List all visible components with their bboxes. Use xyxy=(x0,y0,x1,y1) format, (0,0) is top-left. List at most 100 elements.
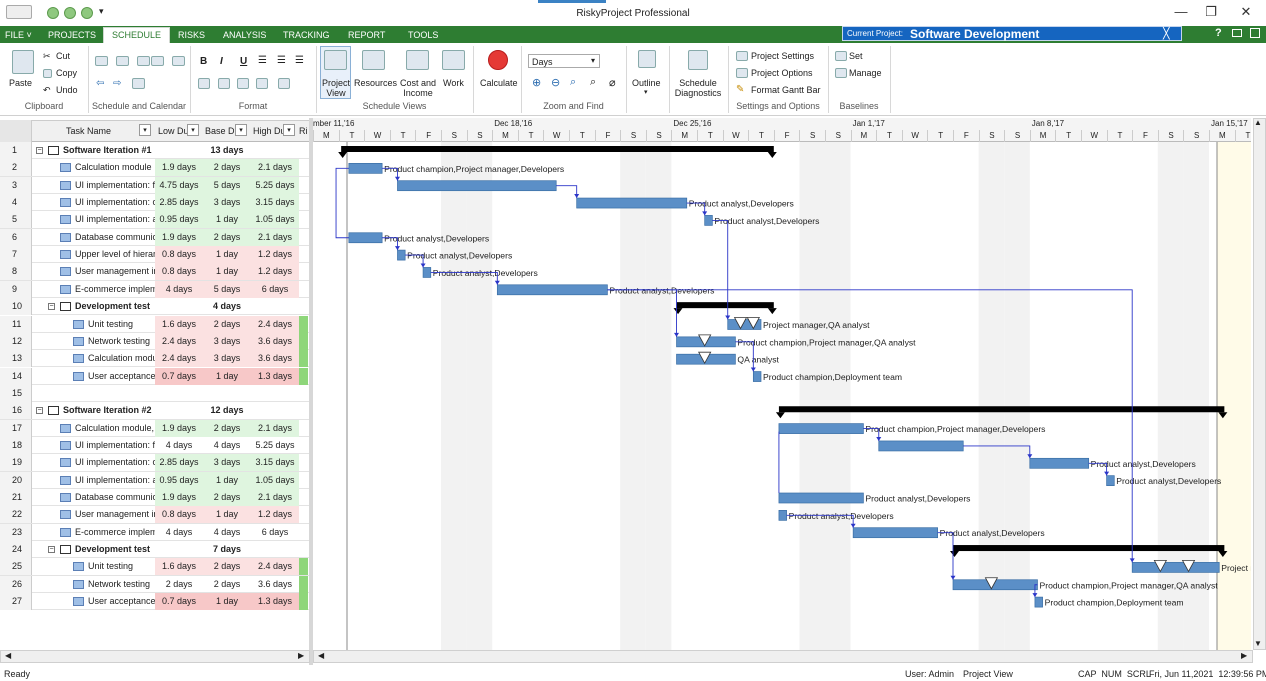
collapse-icon[interactable]: − xyxy=(48,303,55,311)
column-header-base-duration[interactable]: Base D xyxy=(205,126,235,136)
manage-baseline-button[interactable]: Manage xyxy=(849,68,882,78)
picture-icon[interactable] xyxy=(278,78,290,89)
table-row[interactable]: 14 User acceptance 0.7 days 1 day 1.3 days xyxy=(0,367,310,385)
tab-analysis[interactable]: ANALYSIS xyxy=(223,30,266,40)
resources-button[interactable]: Resources xyxy=(354,78,397,88)
table-row[interactable]: 19 UI implementation: cl 2.85 days 3 days 3.… xyxy=(0,454,310,472)
table-row[interactable]: 22 User management in 0.8 days 1 day 1.2 day… xyxy=(0,506,310,524)
table-row[interactable]: 12 Network testing 2.4 days 3 days 3.6 days xyxy=(0,332,310,351)
table-row[interactable]: 5 UI implementation: ac 0.95 days 1 day 1.05… xyxy=(0,211,310,229)
move-right-icon[interactable]: ⇨ xyxy=(113,78,121,89)
column-header-high-duration[interactable]: High Du xyxy=(253,126,286,136)
find-icon[interactable]: ⌕ xyxy=(590,76,596,89)
tab-report[interactable]: REPORT xyxy=(348,30,385,40)
table-row[interactable]: 24 − Development test 7 days xyxy=(0,541,310,559)
zoom-unit-select[interactable]: Days ▾ xyxy=(528,54,600,68)
split-task-icon[interactable] xyxy=(172,56,185,66)
outline-dropdown-icon[interactable]: ▾ xyxy=(644,88,648,96)
hide-column-icon[interactable] xyxy=(256,78,268,89)
set-baseline-button[interactable]: Set xyxy=(849,51,863,61)
table-row[interactable]: 6 Database communic 1.9 days 2 days 2.1 days xyxy=(0,228,310,247)
table-row[interactable]: 4 UI implementation: cl 2.85 days 3 days 3.1… xyxy=(0,194,310,212)
scroll-left-icon[interactable]: ◀ xyxy=(5,651,11,660)
table-row[interactable]: 20 UI implementation: ac 0.95 days 1 day 1.0… xyxy=(0,471,310,489)
info-icon[interactable] xyxy=(1250,28,1260,38)
gantt-chart[interactable]: Product champion,Project manager,Develop… xyxy=(313,142,1251,650)
table-row[interactable]: 2 Calculation module 1.9 days 2 days 2.1 day… xyxy=(0,159,310,177)
align-left-icon[interactable]: ☰ xyxy=(258,55,267,66)
clear-icon[interactable]: ⌀ xyxy=(609,76,616,89)
scroll-down-icon[interactable]: ▼ xyxy=(1254,639,1262,648)
unlink-tasks-icon[interactable] xyxy=(151,56,164,66)
align-right-icon[interactable]: ☰ xyxy=(295,55,304,66)
table-row[interactable]: 27 User acceptance 0.7 days 1 day 1.3 days xyxy=(0,593,310,611)
undo-button[interactable]: Undo xyxy=(56,85,78,95)
outdent-icon[interactable] xyxy=(116,56,129,66)
move-left-icon[interactable]: ⇦ xyxy=(96,78,104,89)
current-project-bar[interactable]: Current Project: Software Development ╳ xyxy=(842,26,1182,41)
tab-risks[interactable]: RISKS xyxy=(178,30,205,40)
vertical-scrollbar[interactable] xyxy=(1253,118,1266,650)
filter-icon[interactable]: ▾ xyxy=(139,124,151,136)
table-row[interactable]: 13 Calculation modu 2.4 days 3 days 3.6 days xyxy=(0,350,310,368)
column-header-risk[interactable]: Ri xyxy=(299,126,308,136)
table-row[interactable]: 18 UI implementation: fo 4 days 4 days 5.25 … xyxy=(0,436,310,455)
fit-column-icon[interactable] xyxy=(237,78,249,89)
tab-tracking[interactable]: TRACKING xyxy=(283,30,330,40)
zoom-in-icon[interactable]: ⊕ xyxy=(532,76,541,89)
tab-tools[interactable]: TOOLS xyxy=(408,30,438,40)
tab-file[interactable]: FILE ˅ xyxy=(5,30,32,40)
column-header-low-duration[interactable]: Low Du xyxy=(158,126,189,136)
project-settings-button[interactable]: Project Settings xyxy=(751,51,814,61)
format-gantt-button[interactable]: Format Gantt Bar xyxy=(751,85,821,95)
table-row[interactable]: 11 Unit testing 1.6 days 2 days 2.4 days xyxy=(0,315,310,333)
help-icon[interactable]: ? xyxy=(1215,27,1222,39)
collapse-icon[interactable]: − xyxy=(36,407,43,415)
indent-icon[interactable] xyxy=(95,56,108,66)
table-row[interactable]: 3 UI implementation: fo 4.75 days 5 days 5.2… xyxy=(0,176,310,194)
collapse-icon[interactable]: − xyxy=(36,147,43,154)
select-all-corner[interactable] xyxy=(0,120,32,142)
table-row[interactable]: 26 Network testing 2 days 2 days 3.6 days xyxy=(0,575,310,594)
minimize-button[interactable]: — xyxy=(1166,4,1196,19)
restore-button[interactable]: ❐ xyxy=(1196,4,1226,20)
current-project-close-icon[interactable]: ╳ xyxy=(1163,27,1170,40)
italic-button[interactable]: I xyxy=(220,56,223,67)
work-button[interactable]: Work xyxy=(443,78,464,88)
tab-schedule[interactable]: SCHEDULE xyxy=(103,27,171,43)
bold-button[interactable]: B xyxy=(200,56,207,67)
project-options-button[interactable]: Project Options xyxy=(751,68,813,78)
insert-row-icon[interactable] xyxy=(198,78,210,89)
align-center-icon[interactable]: ☰ xyxy=(277,55,286,66)
scroll-left-icon[interactable]: ◀ xyxy=(318,651,324,660)
gantt-horizontal-scrollbar[interactable] xyxy=(313,650,1253,663)
scroll-right-icon[interactable]: ▶ xyxy=(1241,651,1247,660)
close-button[interactable]: ✕ xyxy=(1231,4,1261,20)
filter-icon[interactable]: ▾ xyxy=(187,124,199,136)
paste-button[interactable]: Paste xyxy=(9,78,32,88)
insert-column-icon[interactable] xyxy=(218,78,230,89)
table-row[interactable]: 8 User management in 0.8 days 1 day 1.2 days xyxy=(0,263,310,281)
table-row[interactable]: 7 Upper level of hierar 0.8 days 1 day 1.2 d… xyxy=(0,246,310,264)
calendar-icon[interactable] xyxy=(132,78,145,89)
window-mode-icon[interactable] xyxy=(1232,29,1242,37)
cost-income-button[interactable]: Cost and Income xyxy=(397,78,439,98)
zoom-fit-icon[interactable]: ⌕ xyxy=(570,76,576,89)
table-row[interactable]: 17 Calculation module, :1.9 days 2 days 2.1… xyxy=(0,419,310,437)
filter-icon[interactable]: ▾ xyxy=(283,124,295,136)
table-row[interactable]: 15 xyxy=(0,384,310,403)
calculate-button[interactable]: Calculate xyxy=(480,78,518,88)
table-row[interactable]: 23 E-commerce impleme 4 days 4 days 6 days xyxy=(0,523,310,541)
table-row[interactable]: 1− Software Iteration #1 13 days xyxy=(0,142,310,160)
grid-horizontal-scrollbar[interactable] xyxy=(0,650,310,663)
scroll-right-icon[interactable]: ▶ xyxy=(298,651,304,660)
filter-icon[interactable]: ▾ xyxy=(235,124,247,136)
table-row[interactable]: 9 E-commerce implem 4 days 5 days 6 days xyxy=(0,280,310,299)
copy-button[interactable]: Copy xyxy=(56,68,77,78)
underline-button[interactable]: U xyxy=(240,56,247,67)
schedule-diagnostics-button[interactable]: Schedule Diagnostics xyxy=(673,78,723,98)
collapse-icon[interactable]: − xyxy=(48,546,55,554)
table-row[interactable]: 21 Database communic 1.9 days 2 days 2.1 day… xyxy=(0,489,310,507)
tab-projects[interactable]: PROJECTS xyxy=(48,30,96,40)
link-tasks-icon[interactable] xyxy=(137,56,150,66)
